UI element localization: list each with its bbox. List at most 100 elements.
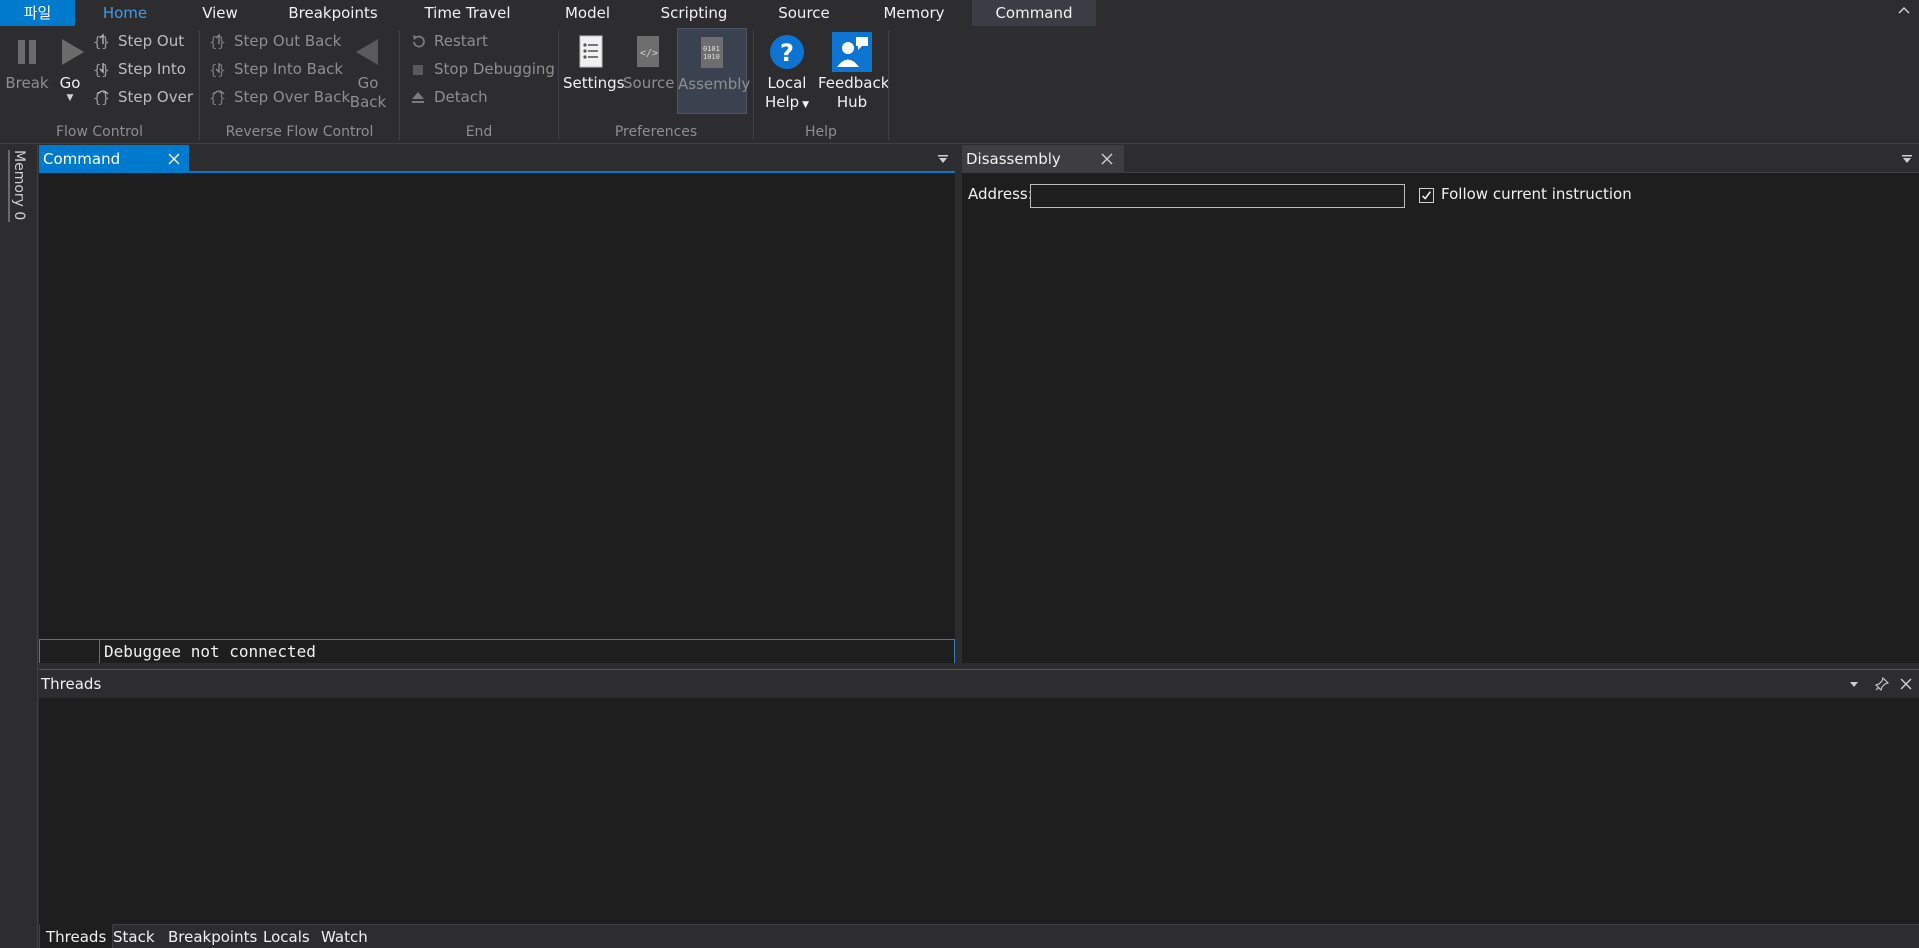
play-icon	[62, 39, 84, 65]
vertical-splitter[interactable]	[955, 145, 962, 663]
tab-time-travel[interactable]: Time Travel	[410, 0, 525, 26]
detach-label: Detach	[434, 88, 488, 106]
flow-control-group-label: Flow Control	[55, 124, 143, 140]
step-over-back-label: Step Over Back	[234, 88, 351, 106]
local-help-dropdown-icon[interactable]: ▼	[799, 100, 809, 110]
feedback-hub-label-2: Hub	[836, 93, 868, 111]
stop-debugging-label: Stop Debugging	[434, 60, 555, 78]
tab-view[interactable]: View	[180, 0, 260, 26]
group-end: Restart Stop Debugging Detach End	[400, 26, 558, 144]
assembly-binary-icon: 0101 1010	[701, 37, 723, 68]
command-pane: Command Debuggee not connected	[39, 145, 955, 665]
close-icon[interactable]	[1100, 152, 1114, 166]
break-button[interactable]: Break	[4, 28, 50, 93]
step-over-back-button[interactable]: {} Step Over Back	[208, 85, 350, 109]
follow-instruction-checkbox[interactable]	[1419, 188, 1434, 203]
step-into-back-button[interactable]: {} Step Into Back	[208, 57, 343, 81]
bottom-tab-stack[interactable]: Stack	[107, 925, 161, 948]
ribbon-tab-bar: 파일 Home View Breakpoints Time Travel Mod…	[0, 0, 1919, 26]
disassembly-pane: Disassembly Address: Follow current inst…	[962, 145, 1919, 663]
bottom-tab-locals[interactable]: Locals	[257, 925, 316, 948]
step-out-button[interactable]: {} Step Out	[92, 29, 184, 53]
go-back-label-2: Back	[349, 93, 387, 111]
dropdown-arrow-icon[interactable]	[1847, 677, 1861, 691]
tab-command[interactable]: Command	[972, 0, 1096, 26]
go-label: Go	[59, 74, 81, 92]
source-mode-label: Source	[623, 74, 675, 92]
restart-button[interactable]: Restart	[408, 29, 488, 53]
memory0-tab-indicator	[8, 150, 10, 222]
go-back-button[interactable]: Go Back	[348, 28, 388, 112]
tab-home[interactable]: Home	[88, 0, 162, 26]
break-label: Break	[5, 74, 49, 92]
pause-icon	[18, 40, 36, 64]
go-button[interactable]: Go ▼	[52, 28, 88, 103]
bottom-tab-breakpoints[interactable]: Breakpoints	[162, 925, 263, 948]
close-icon[interactable]	[167, 152, 181, 166]
step-into-icon: {}	[93, 62, 110, 79]
step-out-label: Step Out	[118, 32, 185, 50]
restart-icon	[413, 34, 425, 47]
group-divider	[888, 30, 889, 140]
group-reverse-flow-control: {} Step Out Back {} Step Into Back {} St…	[200, 26, 399, 144]
end-group-label: End	[465, 124, 493, 140]
tab-model[interactable]: Model	[545, 0, 630, 26]
bottom-tab-strip: Threads Stack Breakpoints Locals Watch	[39, 924, 1919, 948]
step-over-label: Step Over	[118, 88, 193, 106]
tab-breakpoints[interactable]: Breakpoints	[278, 0, 388, 26]
detach-button[interactable]: Detach	[408, 85, 488, 109]
go-dropdown-icon[interactable]: ▼	[52, 93, 88, 103]
restart-label: Restart	[434, 32, 488, 50]
svg-text:1010: 1010	[703, 53, 720, 61]
bottom-tab-threads[interactable]: Threads	[39, 924, 114, 948]
follow-instruction-label[interactable]: Follow current instruction	[1441, 185, 1632, 203]
tab-memory[interactable]: Memory	[868, 0, 960, 26]
pin-icon[interactable]	[1875, 677, 1889, 691]
command-input-row: Debuggee not connected	[39, 639, 955, 665]
threads-header: Threads	[39, 670, 1919, 698]
tab-source[interactable]: Source	[758, 0, 850, 26]
step-over-button[interactable]: {} Step Over	[92, 85, 193, 109]
help-group-label: Help	[805, 124, 837, 140]
step-over-icon: {}	[93, 89, 110, 107]
local-help-button[interactable]: ? Local Help ▼	[756, 28, 818, 115]
svg-text:0101: 0101	[703, 45, 720, 53]
window-menu-icon[interactable]	[937, 154, 949, 164]
disassembly-tabstrip: Disassembly	[962, 145, 1919, 173]
step-into-label: Step Into	[118, 60, 186, 78]
eject-icon	[412, 91, 424, 103]
window-menu-icon[interactable]	[1901, 154, 1913, 164]
source-code-icon: </>	[637, 36, 659, 67]
feedback-hub-button[interactable]: Feedback Hub	[818, 28, 890, 112]
address-label: Address:	[968, 185, 1033, 203]
bottom-tab-watch[interactable]: Watch	[315, 925, 374, 948]
assembly-mode-label: Assembly	[678, 75, 751, 93]
tab-command-window[interactable]: Command	[39, 145, 189, 173]
collapse-ribbon-icon[interactable]	[1895, 1, 1913, 19]
address-input[interactable]	[1030, 184, 1405, 208]
step-over-back-icon: {}	[209, 89, 226, 107]
tab-scripting[interactable]: Scripting	[650, 0, 738, 26]
settings-icon	[579, 35, 603, 68]
command-prompt	[40, 640, 100, 664]
memory0-side-tab[interactable]: Memory 0	[11, 150, 27, 220]
command-output[interactable]	[39, 175, 955, 631]
threads-title: Threads	[41, 675, 102, 693]
command-input[interactable]: Debuggee not connected	[102, 640, 316, 664]
tab-disassembly[interactable]: Disassembly	[962, 145, 1124, 173]
ribbon: Break Go ▼ {} Step Out {} Step Into {} S…	[0, 26, 1919, 144]
settings-button[interactable]: Settings	[563, 28, 625, 93]
stop-debugging-button[interactable]: Stop Debugging	[408, 57, 555, 81]
svg-text:?: ?	[780, 39, 794, 67]
close-icon[interactable]	[1899, 677, 1913, 691]
source-mode-button[interactable]: </> Source	[623, 28, 675, 93]
tab-file[interactable]: 파일	[0, 0, 75, 26]
stop-icon	[413, 64, 423, 75]
step-into-button[interactable]: {} Step Into	[92, 57, 186, 81]
step-out-back-button[interactable]: {} Step Out Back	[208, 29, 341, 53]
group-flow-control: Break Go ▼ {} Step Out {} Step Into {} S…	[0, 26, 199, 144]
feedback-hub-label-1: Feedback	[818, 74, 890, 92]
assembly-mode-button[interactable]: 0101 1010 Assembly	[677, 28, 751, 114]
left-auto-hide-strip	[0, 145, 38, 948]
threads-list[interactable]	[39, 698, 1919, 924]
